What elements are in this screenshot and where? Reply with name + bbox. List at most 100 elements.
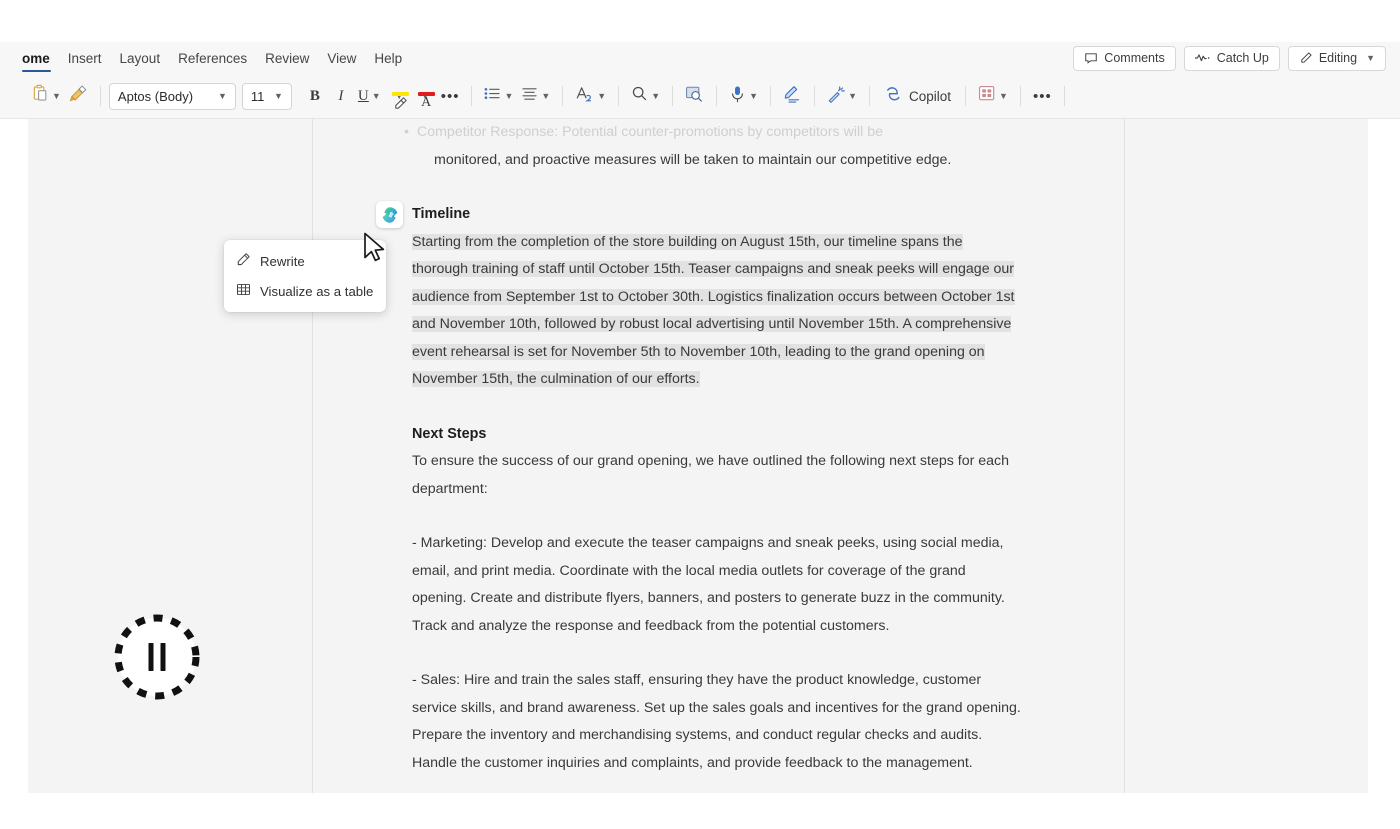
pencil-icon (1299, 51, 1313, 65)
mouse-cursor (363, 232, 387, 269)
font-size-select[interactable]: 11 ▼ (242, 83, 292, 110)
table-grid-icon (236, 282, 251, 300)
left-column-rule (312, 119, 313, 793)
comments-label: Comments (1104, 51, 1164, 65)
comment-bubble-icon (1084, 51, 1098, 65)
toolbar-divider (100, 86, 101, 106)
bullet-dot-icon: • (404, 119, 409, 147)
heading-next-steps: Next Steps (412, 421, 1022, 449)
underline-label: U (358, 88, 369, 105)
menu-item-visualize-as-table[interactable]: Visualize as a table (224, 276, 386, 306)
menu-item-visualize-label: Visualize as a table (260, 284, 373, 299)
toolbar-divider (471, 86, 472, 106)
paragraph-timeline[interactable]: Starting from the completion of the stor… (412, 229, 1022, 394)
paragraph-next-steps-intro[interactable]: To ensure the success of our grand openi… (412, 448, 1022, 503)
copilot-button[interactable]: Copilot (878, 81, 957, 111)
grid-view-icon (978, 85, 996, 107)
chevron-down-icon: ▼ (1366, 54, 1375, 63)
bullet-list-button[interactable]: ▼ (480, 81, 517, 111)
comments-button[interactable]: Comments (1073, 46, 1175, 71)
font-color-button[interactable]: A ▼ (411, 81, 437, 111)
editing-label: Editing (1319, 51, 1357, 65)
clipped-bullet-text-2: monitored, and proactive measures will b… (434, 152, 951, 168)
heading-timeline: Timeline (412, 201, 1022, 229)
tab-insert[interactable]: Insert (59, 42, 111, 74)
toolbar-overflow-button[interactable]: ••• (1029, 81, 1056, 111)
tab-review[interactable]: Review (256, 42, 318, 74)
catch-up-button[interactable]: Catch Up (1184, 46, 1280, 71)
editor-icon (783, 85, 802, 108)
chevron-down-icon: ▼ (372, 92, 381, 101)
image-search-icon (685, 85, 704, 107)
catch-up-label: Catch Up (1217, 51, 1269, 65)
clipped-bullet-text-1: Competitor Response: Potential counter-p… (417, 119, 883, 147)
copilot-inline-badge[interactable] (376, 201, 403, 228)
toolbar-divider (869, 86, 870, 106)
editor-button[interactable] (779, 81, 806, 111)
chevron-down-icon: ▼ (504, 92, 513, 101)
paste-clipboard-icon (32, 84, 49, 108)
ribbon-chrome: ome Insert Layout References Review View… (0, 42, 1400, 119)
magic-wand-icon (827, 85, 845, 108)
menu-item-rewrite[interactable]: Rewrite (224, 246, 386, 276)
font-family-value: Aptos (Body) (118, 89, 193, 104)
highlight-button[interactable]: ▼ (385, 81, 411, 111)
tab-layout-label: Layout (120, 51, 161, 66)
tab-help[interactable]: Help (365, 42, 411, 74)
toolbar-divider (716, 86, 717, 106)
bold-label: B (310, 88, 320, 105)
paragraph-sales[interactable]: - Sales: Hire and train the sales staff,… (412, 667, 1022, 777)
tab-view-label: View (327, 51, 356, 66)
copilot-icon (884, 85, 903, 108)
designer-button[interactable]: ▼ (823, 81, 861, 111)
clipped-bullet-line-1: • Competitor Response: Potential counter… (404, 119, 1022, 147)
editing-mode-button[interactable]: Editing ▼ (1288, 46, 1386, 71)
chevron-down-icon: ▼ (541, 92, 550, 101)
tab-review-label: Review (265, 51, 309, 66)
image-search-button[interactable] (681, 81, 708, 111)
styles-button[interactable]: ▼ (571, 81, 610, 111)
bold-button[interactable]: B (302, 81, 328, 111)
view-grid-button[interactable]: ▼ (974, 81, 1012, 111)
tab-references[interactable]: References (169, 42, 256, 74)
chevron-down-icon: ▼ (749, 92, 758, 101)
chevron-down-icon: ▼ (274, 92, 283, 101)
toolbar-divider (814, 86, 815, 106)
font-family-select[interactable]: Aptos (Body) ▼ (109, 83, 236, 110)
rewrite-pencil-icon (236, 252, 251, 270)
italic-label: I (338, 88, 343, 105)
dictate-button[interactable]: ▼ (725, 81, 762, 111)
ribbon-tab-bar: ome Insert Layout References Review View… (0, 42, 1400, 74)
toolbar-divider (1020, 86, 1021, 106)
document-page[interactable]: • Competitor Response: Potential counter… (28, 119, 1368, 793)
chevron-down-icon: ▼ (52, 92, 61, 101)
chevron-down-icon: ▼ (848, 92, 857, 101)
toolbar-divider (562, 86, 563, 106)
styles-icon (575, 85, 594, 107)
tab-view[interactable]: View (318, 42, 365, 74)
font-size-value: 11 (251, 89, 265, 104)
pause-button[interactable] (113, 613, 201, 701)
menu-item-rewrite-label: Rewrite (260, 254, 305, 269)
underline-button[interactable]: U ▼ (354, 81, 385, 111)
word-web-app: ome Insert Layout References Review View… (0, 0, 1400, 829)
paragraph-marketing[interactable]: - Marketing: Develop and execute the tea… (412, 530, 1022, 640)
tab-help-label: Help (374, 51, 402, 66)
tab-layout[interactable]: Layout (111, 42, 170, 74)
align-icon (521, 86, 538, 106)
format-painter-button[interactable] (65, 81, 92, 111)
more-font-options-button[interactable]: ••• (437, 81, 464, 111)
ellipsis-icon: ••• (441, 88, 460, 105)
ellipsis-icon: ••• (1033, 88, 1052, 105)
search-icon (631, 85, 648, 107)
tab-home[interactable]: ome (0, 42, 59, 74)
italic-button[interactable]: I (328, 81, 354, 111)
tab-home-label: ome (22, 51, 50, 66)
toolbar-divider (1064, 86, 1065, 106)
document-text-column[interactable]: • Competitor Response: Potential counter… (412, 119, 1022, 777)
copilot-context-menu[interactable]: Rewrite Visualize as a table (224, 240, 386, 312)
align-button[interactable]: ▼ (517, 81, 554, 111)
paste-button[interactable]: ▼ (28, 81, 65, 111)
format-toolbar: ▼ Aptos (Body) ▼ 11 ▼ (0, 74, 1400, 118)
find-button[interactable]: ▼ (627, 81, 664, 111)
